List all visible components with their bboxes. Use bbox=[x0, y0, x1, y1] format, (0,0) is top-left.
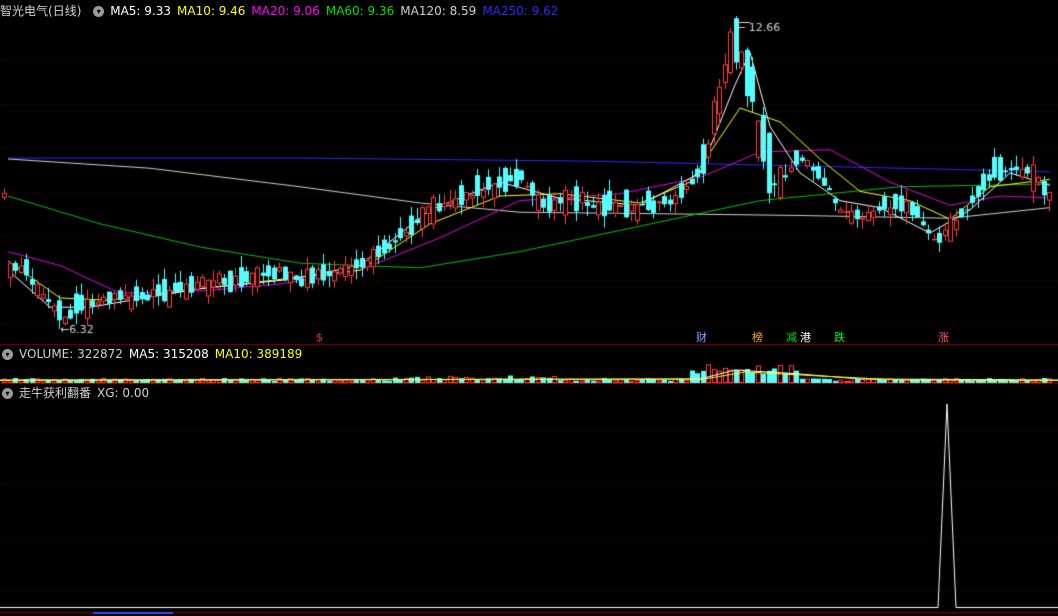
marker-die[interactable]: 跌 bbox=[834, 331, 845, 345]
ma-legend-item: MA60: 9.36 bbox=[325, 4, 395, 18]
volume-ma5: MA5: 315208 bbox=[128, 347, 209, 361]
ma-legend-item: MA5: 9.33 bbox=[110, 4, 171, 18]
marker-bang[interactable]: 榜 bbox=[752, 331, 763, 345]
kline-chart-canvas[interactable] bbox=[0, 0, 1058, 616]
marker-gang[interactable]: 港 bbox=[800, 331, 811, 345]
indicator-xg: XG: 0.00 bbox=[97, 386, 150, 400]
marker-jian[interactable]: 减 bbox=[786, 331, 797, 345]
volume-ma10: MA10: 389189 bbox=[214, 347, 303, 361]
indicator-header: ▾ 走牛获利翻番 XG: 0.00 bbox=[0, 385, 155, 401]
ma-legend-item: MA20: 9.06 bbox=[251, 4, 320, 18]
volume-pane-toggle-icon[interactable]: ▾ bbox=[2, 349, 13, 360]
stock-name: 智光电气 bbox=[0, 4, 49, 18]
volume-header: ▾ VOLUME: 322872 MA5: 315208 MA10: 389189 bbox=[0, 346, 308, 362]
marker-zhang[interactable]: 涨 bbox=[938, 331, 949, 345]
main-pane-toggle-icon[interactable]: ▾ bbox=[93, 6, 105, 17]
ma-legend: MA5: 9.33 MA10: 9.46 MA20: 9.06 MA60: 9.36 M… bbox=[110, 4, 564, 18]
ma-legend-item: MA10: 9.46 bbox=[177, 4, 246, 18]
ma-legend-item: MA120: 8.59 bbox=[400, 4, 477, 18]
indicator-name: 走牛获利翻番 bbox=[19, 386, 92, 400]
ma-legend-item: MA250: 9.62 bbox=[482, 4, 559, 18]
marker-dollar[interactable]: $ bbox=[316, 331, 323, 345]
period-label: (日线) bbox=[48, 4, 82, 18]
volume-value: VOLUME: 322872 bbox=[19, 347, 123, 361]
marker-cai[interactable]: 财 bbox=[696, 331, 707, 345]
main-chart-header: 智光电气(日线) ▾ MA5: 9.33 MA10: 9.46 MA20: 9.06 M… bbox=[0, 3, 570, 19]
indicator-pane-toggle-icon[interactable]: ▾ bbox=[2, 388, 13, 399]
